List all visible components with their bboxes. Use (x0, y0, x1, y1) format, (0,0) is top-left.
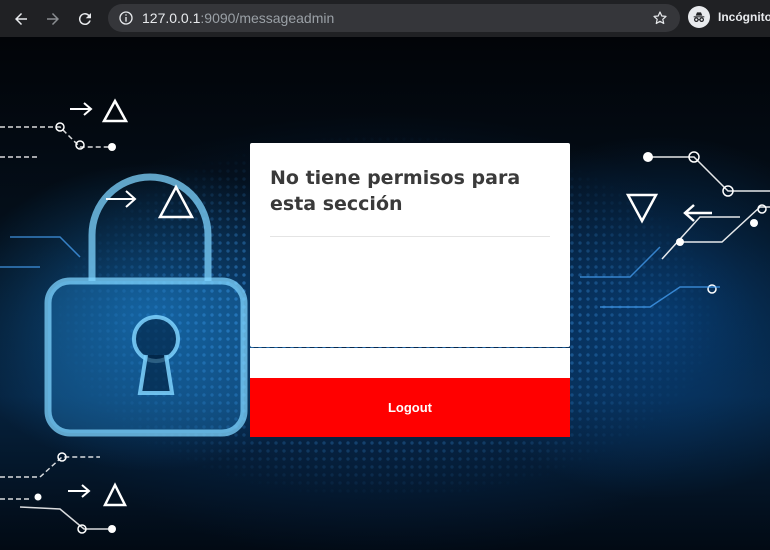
divider (270, 236, 550, 237)
back-button[interactable] (8, 6, 34, 32)
reload-button[interactable] (72, 6, 98, 32)
forward-button[interactable] (40, 6, 66, 32)
url-path: :9090/messageadmin (200, 10, 335, 26)
permission-denied-title: No tiene permisos para esta sección (270, 167, 521, 215)
message-card: No tiene permisos para esta sección (250, 143, 570, 347)
browser-toolbar: 127.0.0.1:9090/messageadmin Incógnito (0, 0, 770, 37)
incognito-icon (688, 6, 710, 28)
forward-arrow-icon (47, 12, 59, 25)
incognito-label: Incógnito (718, 10, 770, 24)
keyhole-icon (132, 315, 180, 395)
info-icon[interactable] (118, 10, 134, 26)
incognito-indicator[interactable]: Incógnito (688, 6, 770, 28)
url-host: 127.0.0.1 (142, 10, 201, 26)
logout-button[interactable]: Logout (250, 378, 570, 437)
back-arrow-icon (15, 12, 27, 25)
star-icon[interactable] (652, 10, 668, 26)
card-footer-spacer (250, 348, 570, 378)
reload-icon (78, 12, 91, 25)
address-bar[interactable]: 127.0.0.1:9090/messageadmin (108, 4, 680, 32)
